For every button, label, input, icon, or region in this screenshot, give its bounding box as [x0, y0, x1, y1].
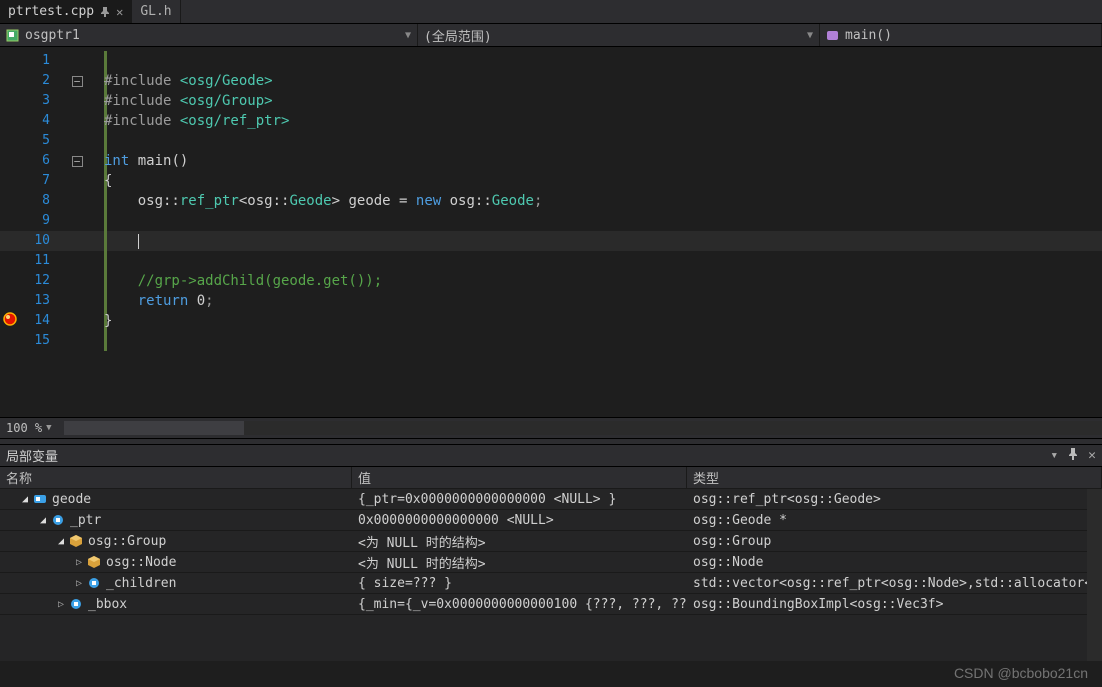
locals-panel: 名称 值 类型 ◢geode{_ptr=0x0000000000000000 <… — [0, 467, 1102, 661]
expander-icon[interactable]: ▷ — [72, 578, 86, 589]
var-name: _children — [106, 576, 176, 591]
var-value: 0x0000000000000000 <NULL> — [352, 510, 687, 530]
expander-icon[interactable]: ▷ — [72, 557, 86, 568]
class-icon — [86, 554, 102, 570]
fold-toggle[interactable]: − — [72, 76, 83, 87]
line-number-gutter: 123456789101112131415 — [16, 47, 54, 417]
var-type: osg::Geode * — [687, 510, 1102, 530]
header-name[interactable]: 名称 — [0, 467, 352, 488]
project-icon — [6, 29, 19, 42]
header-value[interactable]: 值 — [352, 467, 687, 488]
var-name: osg::Group — [88, 534, 166, 549]
var-name: _bbox — [88, 597, 127, 612]
locals-panel-titlebar: 局部变量 ▾ ✕ — [0, 445, 1102, 467]
var-value: {_ptr=0x0000000000000000 <NULL> } — [352, 489, 687, 509]
member-dropdown[interactable]: main() — [820, 24, 1102, 46]
var-icon — [32, 491, 48, 507]
var-type: std::vector<osg::ref_ptr<osg::Node>,std:… — [687, 573, 1102, 593]
locals-row[interactable]: ◢osg::Group<为 NULL 时的结构>osg::Group — [0, 531, 1102, 552]
zoom-level[interactable]: 100 % — [6, 421, 42, 435]
chevron-down-icon: ▼ — [807, 30, 813, 41]
close-icon[interactable]: ✕ — [1088, 448, 1096, 463]
pin-icon[interactable] — [1068, 448, 1078, 464]
expander-icon[interactable]: ▷ — [54, 599, 68, 610]
var-value: {_min={_v=0x0000000000000100 {???, ???, … — [352, 594, 687, 614]
window-menu-icon[interactable]: ▾ — [1050, 448, 1058, 463]
var-type: osg::BoundingBoxImpl<osg::Vec3f> — [687, 594, 1102, 614]
file-tab-bar: ptrtest.cpp ✕ GL.h — [0, 0, 1102, 24]
var-value: <为 NULL 时的结构> — [352, 531, 687, 551]
scrollbar-thumb[interactable] — [64, 421, 244, 435]
locals-row[interactable]: ▷ _children { size=??? }std::vector<osg::r… — [0, 573, 1102, 594]
scope2-label: (全局范围) — [424, 26, 492, 45]
expander-icon[interactable]: ◢ — [18, 494, 32, 505]
var-value: { size=??? } — [352, 573, 687, 593]
class-icon — [68, 533, 84, 549]
var-name: osg::Node — [106, 555, 176, 570]
tab-label: ptrtest.cpp — [8, 4, 94, 19]
navigation-bar: osgptr1 ▼ (全局范围) ▼ main() — [0, 24, 1102, 47]
watermark: CSDN @bcbobo21cn — [954, 665, 1088, 681]
tab-label: GL.h — [140, 4, 171, 19]
fold-gutter[interactable]: −− — [54, 47, 100, 417]
member-label: main() — [845, 28, 892, 43]
locals-row[interactable]: ◢ geode {_ptr=0x0000000000000000 <NULL> }o… — [0, 489, 1102, 510]
code-editor[interactable]: 123456789101112131415 −− #include <osg/G… — [0, 47, 1102, 417]
header-type[interactable]: 类型 — [687, 467, 1102, 488]
pin-icon[interactable] — [100, 7, 110, 17]
vertical-scrollbar[interactable] — [1087, 489, 1102, 661]
field-icon — [86, 575, 102, 591]
file-tab[interactable]: GL.h — [132, 0, 180, 23]
scope-dropdown[interactable]: osgptr1 ▼ — [0, 24, 418, 46]
locals-row[interactable]: ◢ _ptr 0x0000000000000000 <NULL>osg::Geode… — [0, 510, 1102, 531]
close-icon[interactable]: ✕ — [116, 5, 123, 19]
field-icon — [50, 512, 66, 528]
locals-header[interactable]: 名称 值 类型 — [0, 467, 1102, 489]
chevron-down-icon[interactable]: ▼ — [46, 423, 51, 433]
locals-row[interactable]: ▷ _bbox {_min={_v=0x0000000000000100 {???,… — [0, 594, 1102, 615]
locals-row[interactable]: ▷osg::Node<为 NULL 时的结构>osg::Node — [0, 552, 1102, 573]
text-caret — [138, 234, 139, 249]
scope2-dropdown[interactable]: (全局范围) ▼ — [418, 24, 820, 46]
expander-icon[interactable]: ◢ — [36, 515, 50, 526]
zoom-bar: 100 % ▼ — [0, 417, 1102, 439]
var-type: osg::Group — [687, 531, 1102, 551]
var-name: _ptr — [70, 513, 101, 528]
fold-toggle[interactable]: − — [72, 156, 83, 167]
file-tab[interactable]: ptrtest.cpp ✕ — [0, 0, 132, 23]
locals-rows: ◢geode{_ptr=0x0000000000000000 <NULL> }o… — [0, 489, 1102, 615]
chevron-down-icon: ▼ — [405, 30, 411, 41]
var-type: osg::Node — [687, 552, 1102, 572]
horizontal-scrollbar[interactable] — [64, 421, 1102, 435]
var-type: osg::ref_ptr<osg::Geode> — [687, 489, 1102, 509]
scope-label: osgptr1 — [25, 28, 80, 43]
expander-icon[interactable]: ◢ — [54, 536, 68, 547]
field-icon — [68, 596, 84, 612]
function-icon — [826, 29, 839, 42]
var-value: <为 NULL 时的结构> — [352, 552, 687, 572]
var-name: geode — [52, 492, 91, 507]
panel-title: 局部变量 — [6, 446, 58, 465]
code-area[interactable]: #include <osg/Geode>#include <osg/Group>… — [100, 47, 1102, 417]
